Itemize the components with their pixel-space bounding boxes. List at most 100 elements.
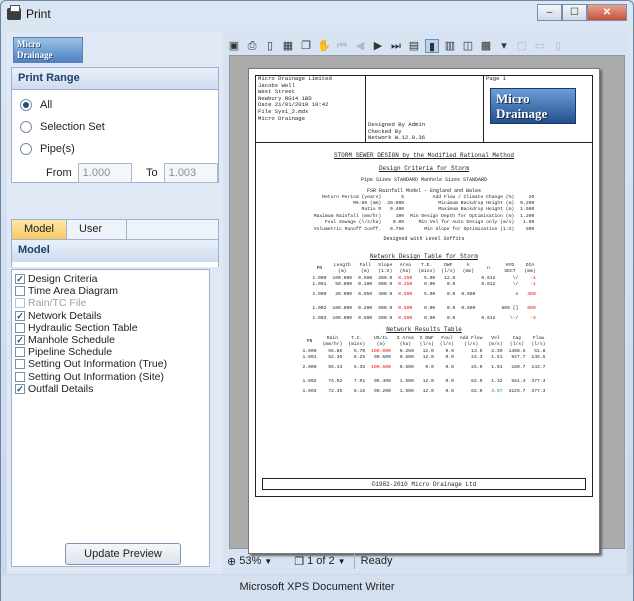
criteria-cell: Volumetric Runoff Coeff. — [313, 226, 382, 232]
update-preview-button[interactable]: Update Preview — [65, 543, 181, 565]
thumbnail-view-icon[interactable]: ▢ — [515, 39, 529, 53]
print-icon[interactable]: ⎙ — [245, 39, 259, 53]
table-cell: 0.250 — [398, 282, 413, 288]
pages-icon: ❐ — [294, 555, 305, 568]
page-indicator[interactable]: 1 of 2 — [307, 555, 335, 567]
table-row: 1.003 100.000 0.500 200.0 0.500 0.00 0.0 0.012 \… — [309, 316, 538, 322]
single-page-icon[interactable]: ▤ — [407, 39, 421, 53]
preview-toolbar: ▣ ⎙ ▯ ▦ ❐ ✋ ⏮ ◀ ▶ ⏭ ▤ ▮ ▥ ◫ ▩ ▾ ▢ ▭ ▯ — [227, 35, 627, 57]
multi-page-icon[interactable]: ▩ — [479, 39, 493, 53]
page-width-icon[interactable]: ▥ — [443, 39, 457, 53]
table-cell: 0.500 — [358, 316, 373, 322]
table-cell: 1.001 — [302, 355, 317, 361]
zoom-control[interactable]: ⊕ 53% ▼ — [227, 555, 274, 568]
item-manhole-schedule[interactable]: ✓ Manhole Schedule — [15, 334, 206, 346]
criteria-table: Return Period (years) 5 Add Flow / Climate… — [311, 195, 538, 233]
client-area: Micro Drainage Print Range All Selection … — [7, 31, 627, 574]
item-hydraulic-section-table[interactable]: Hydraulic Section Table — [15, 322, 206, 334]
chevron-down-icon[interactable]: ▼ — [264, 557, 274, 566]
table-cell: 99.200 — [373, 389, 391, 395]
from-input[interactable]: 1.000 — [77, 163, 133, 183]
item-setting-out-true[interactable]: Setting Out Information (True) — [15, 358, 206, 370]
next-page-icon[interactable]: ▶ — [371, 39, 385, 53]
table-cell — [478, 302, 498, 316]
table-cell: 1.500 — [399, 379, 414, 385]
table-cell: 0.600 — [461, 306, 476, 312]
two-pages-icon[interactable]: ◫ — [461, 39, 475, 53]
checkbox[interactable] — [15, 286, 25, 297]
print-preview-area[interactable]: Micro Drainage Limited Jacobs Well West St… — [229, 55, 625, 554]
hand-tool-icon[interactable]: ✋ — [317, 39, 331, 53]
radio-selection-set[interactable]: Selection Set — [12, 116, 218, 138]
to-input[interactable]: 1.003 — [163, 163, 218, 183]
printer-icon — [7, 5, 21, 20]
table-header-row: PN Rain (mm/hr) T.C. (mins) US/IL (m) Σ Area (ha… — [300, 336, 549, 349]
item-outfall-details[interactable]: ✓ Outfall Details — [15, 383, 206, 395]
status-text: Ready — [360, 555, 393, 567]
chevron-down-icon[interactable]: ▾ — [497, 39, 511, 53]
table-cell: 600 — [527, 306, 536, 312]
maximize-button[interactable]: ☐ — [562, 4, 587, 21]
item-design-criteria[interactable]: ✓ Design Criteria — [15, 273, 206, 285]
title-bar: Print – ☐ ✕ — [1, 1, 633, 27]
table-cell: 561.4 — [511, 379, 526, 385]
table-cell: 500.0 — [378, 282, 393, 288]
radio-dot[interactable] — [20, 121, 32, 133]
fsr-model: FSR Rainfall Model - England and Wales — [366, 187, 482, 194]
table-row: 1.003 72.35 8.16 99.200 1.500 12.0 0.0 62.9 3.07… — [300, 389, 549, 395]
table-cell: 400.0 — [378, 292, 393, 298]
last-page-icon[interactable]: ⏭ — [389, 39, 403, 53]
continuous-view-icon[interactable]: ▯ — [551, 39, 565, 53]
table-cell: 0.00 — [423, 316, 436, 322]
table-cell: 200.0 — [378, 316, 393, 322]
print-window: Print – ☐ ✕ Micro Drainage Print Range Al… — [0, 0, 634, 601]
table-cell: 0.0 — [446, 292, 456, 298]
doc-header-mid: Designed By Admin Checked By Network W.12.… — [366, 76, 484, 142]
status-bar: ⊕ 53% ▼ ❐ 1 of 2 ▼ Ready — [227, 550, 627, 572]
checkbox[interactable]: ✓ — [15, 310, 25, 321]
table-cell: 1.003 — [302, 389, 317, 395]
export-icon[interactable]: ▦ — [281, 39, 295, 53]
zoom-value[interactable]: 53% — [239, 555, 261, 567]
header-cell: n — [487, 266, 490, 272]
checkbox[interactable]: ✓ — [15, 335, 25, 346]
radio-pipes[interactable]: Pipe(s) — [12, 138, 218, 160]
header-cell: Add Flow (l/s) — [459, 335, 483, 348]
criteria-cell: Min Vel for Auto Design only (m/s) — [418, 220, 515, 226]
save-icon[interactable]: ▣ — [227, 39, 241, 53]
copy-icon[interactable]: ❐ — [299, 39, 313, 53]
design-table: PN Length (m) Fall (m) Slope (1:X) Area (ha) T.E.… — [309, 263, 538, 323]
header-cell: Fall (m) — [359, 262, 371, 275]
item-time-area-diagram[interactable]: Time Area Diagram — [15, 285, 206, 297]
minimize-button[interactable]: – — [537, 4, 562, 21]
table-cell: 0.500 — [398, 292, 413, 298]
page-control[interactable]: ❐ 1 of 2 ▼ — [294, 555, 347, 568]
one-page-view-icon[interactable]: ▮ — [425, 39, 439, 53]
first-page-icon[interactable]: ⏮ — [335, 39, 349, 53]
table-cell: 74.92 — [328, 379, 343, 385]
table-cell: 99.400 — [373, 379, 391, 385]
tab-model[interactable]: Model — [12, 220, 67, 239]
item-network-details[interactable]: ✓ Network Details — [15, 310, 206, 322]
previous-page-icon[interactable]: ◀ — [353, 39, 367, 53]
item-pipeline-schedule[interactable]: Pipeline Schedule — [15, 346, 206, 358]
checkbox[interactable] — [15, 371, 25, 382]
item-setting-out-site[interactable]: Setting Out Information (Site) — [15, 371, 206, 383]
table-cell: -3 — [530, 316, 536, 322]
tab-user[interactable]: User — [67, 220, 127, 239]
checkbox[interactable]: ✓ — [15, 274, 25, 285]
checkbox[interactable]: ✓ — [15, 383, 25, 394]
checkbox[interactable] — [15, 359, 25, 370]
page-setup-icon[interactable]: ▯ — [263, 39, 277, 53]
header-cell: Slope (1:X) — [378, 262, 393, 275]
checkbox[interactable] — [15, 322, 25, 333]
close-button[interactable]: ✕ — [587, 4, 627, 21]
radio-all[interactable]: All — [12, 94, 218, 116]
radio-dot[interactable] — [20, 99, 32, 111]
page-number: Page 1 — [486, 75, 507, 82]
chevron-down-icon[interactable]: ▼ — [338, 557, 348, 566]
checkbox[interactable] — [15, 347, 25, 358]
table-row: 1.002 74.92 7.01 99.400 1.500 12.0 0.0 62.9 1.32… — [300, 375, 549, 389]
radio-dot[interactable] — [20, 143, 32, 155]
outline-view-icon[interactable]: ▭ — [533, 39, 547, 53]
